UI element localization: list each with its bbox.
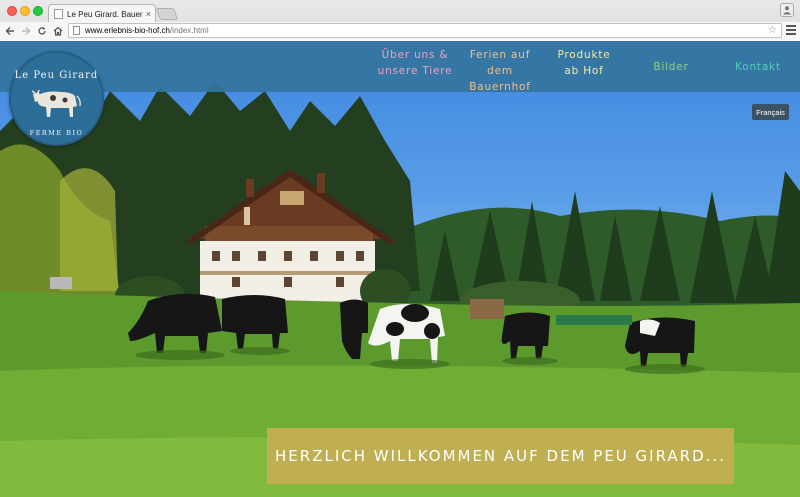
nav-link-produkte[interactable]: Produkte ab Hof [546, 47, 622, 79]
url-path: /index.html [169, 26, 209, 35]
address-bar[interactable]: www.erlebnis-bio-hof.ch /index.html ☆ [68, 23, 782, 38]
tab-title: Le Peu Girard. Bauernhof. [67, 9, 143, 19]
arrow-left-icon [5, 27, 14, 35]
url-host: www.erlebnis-bio-hof.ch [85, 26, 170, 35]
home-icon [53, 26, 63, 36]
close-window-button[interactable] [7, 6, 17, 16]
browser-tab[interactable]: Le Peu Girard. Bauernhof. × [48, 4, 156, 23]
browser-menu-icon[interactable] [786, 25, 796, 35]
page-viewport: Über uns & unsere Tiere Ferien auf dem B… [0, 41, 800, 497]
language-switch-button[interactable]: Français [752, 104, 789, 120]
nav-link-ueber-uns[interactable]: Über uns & unsere Tiere [376, 47, 454, 79]
logo-subtitle: FERME BIO [29, 129, 84, 137]
welcome-text: Herzlich Willkommen auf dem Peu Girard..… [275, 447, 726, 465]
home-button[interactable] [50, 23, 66, 39]
cow-icon [31, 89, 81, 117]
profile-icon[interactable] [780, 3, 794, 17]
tab-close-icon[interactable]: × [146, 9, 151, 19]
farm-logo[interactable]: Le Peu Girard FERME BIO [9, 51, 104, 146]
reload-icon [38, 27, 46, 35]
minimize-window-button[interactable] [20, 6, 30, 16]
nav-label-line: Ferien auf dem [469, 49, 531, 77]
tab-strip: Le Peu Girard. Bauernhof. × [0, 0, 800, 23]
welcome-banner: Herzlich Willkommen auf dem Peu Girard..… [267, 428, 734, 484]
bookmark-star-icon[interactable]: ☆ [768, 24, 777, 37]
nav-label-line: ab Hof [564, 65, 604, 77]
page-icon [73, 26, 80, 35]
forward-button[interactable] [18, 23, 34, 39]
nav-label-line: Produkte [557, 49, 611, 61]
nav-link-bilder[interactable]: Bilder [636, 59, 706, 75]
browser-chrome: Le Peu Girard. Bauernhof. × www.erlebnis… [0, 0, 800, 40]
back-button[interactable] [2, 23, 18, 39]
maximize-window-button[interactable] [33, 6, 43, 16]
browser-toolbar: www.erlebnis-bio-hof.ch /index.html ☆ [0, 22, 800, 40]
logo-title: Le Peu Girard [14, 70, 99, 81]
main-navigation: Über uns & unsere Tiere Ferien auf dem B… [0, 41, 800, 95]
nav-label-line: unsere Tiere [377, 65, 453, 77]
nav-link-ferien[interactable]: Ferien auf dem Bauernhof [456, 47, 544, 95]
arrow-right-icon [22, 27, 31, 35]
nav-label-line: Bauernhof [469, 81, 531, 93]
nav-link-kontakt[interactable]: Kontakt [720, 59, 796, 75]
nav-label-line: Über uns & [381, 49, 449, 61]
reload-button[interactable] [34, 23, 50, 39]
page-favicon-icon [54, 9, 63, 19]
new-tab-button[interactable] [155, 8, 179, 20]
